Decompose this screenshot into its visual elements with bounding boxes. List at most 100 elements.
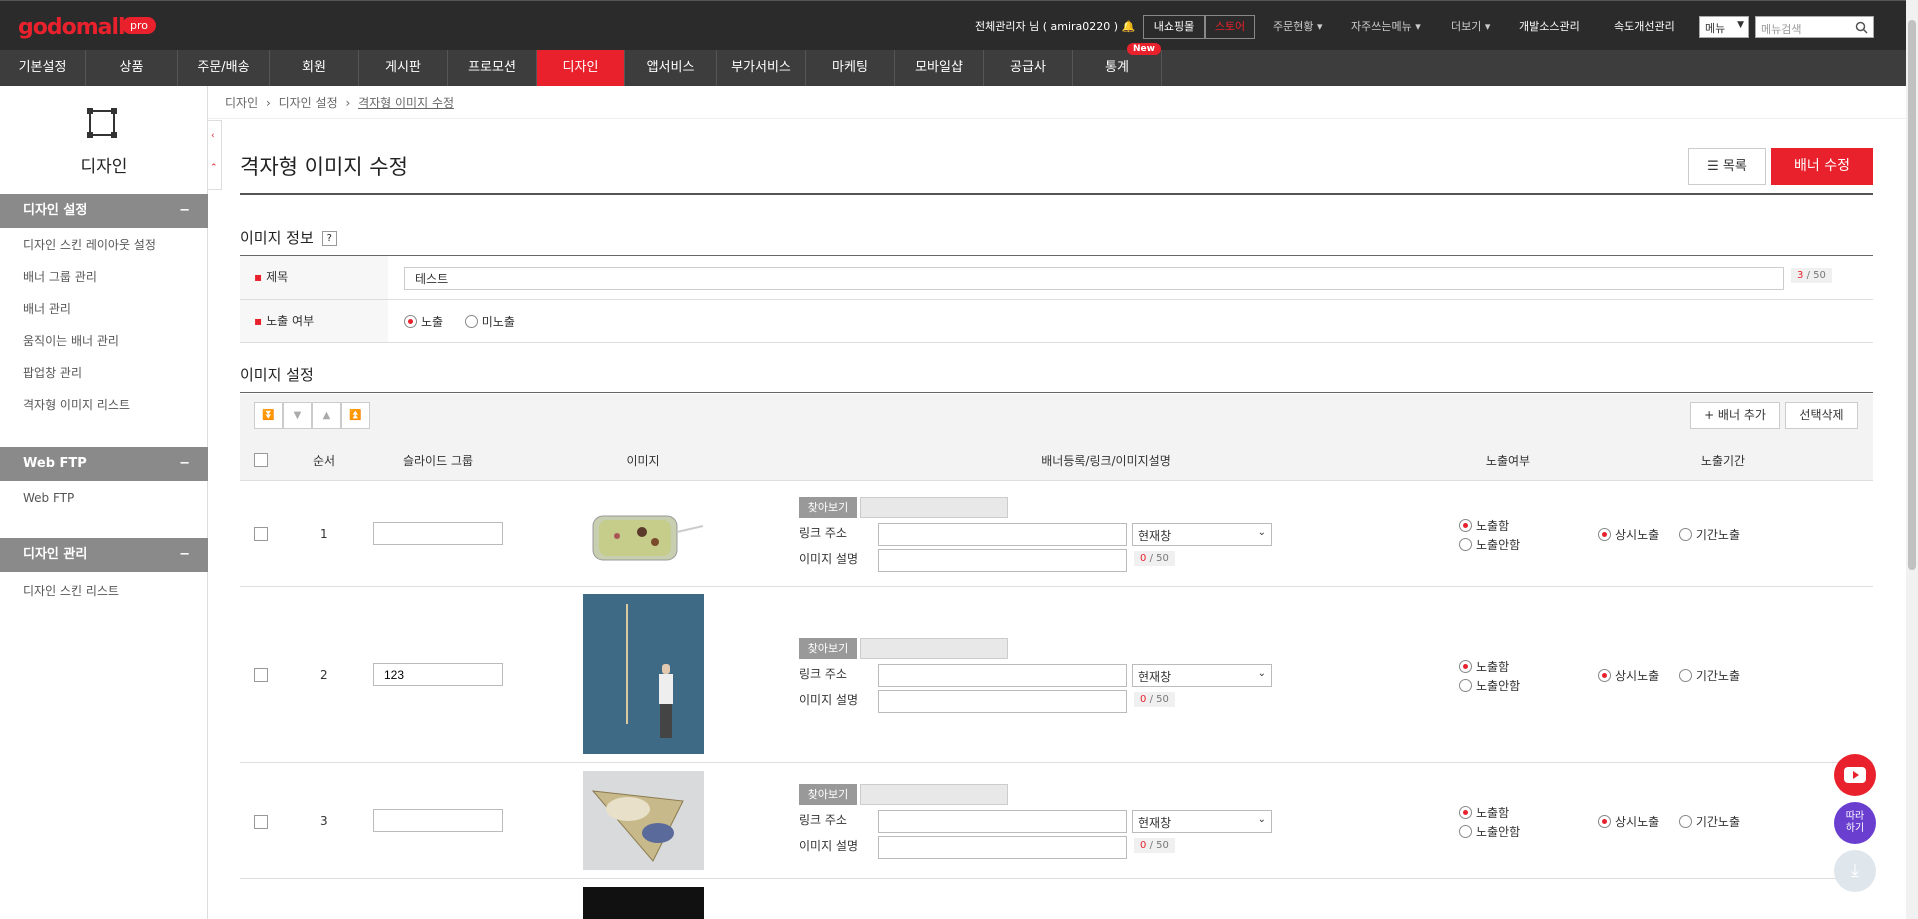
always-radio[interactable] (1598, 669, 1611, 682)
sidebar-section-design-settings[interactable]: 디자인 설정 − (0, 194, 208, 228)
collapse-icon[interactable]: − (179, 538, 190, 572)
favorite-menu-link[interactable]: 자주쓰는메뉴 ▾ (1351, 18, 1421, 34)
add-banner-button[interactable]: + 배너 추가 (1690, 402, 1780, 429)
sidebar-item-moving-banner[interactable]: 움직이는 배너 관리 (23, 332, 119, 349)
store-button[interactable]: 스토어 (1205, 15, 1255, 39)
search-icon[interactable] (1855, 21, 1868, 34)
dev-source-link[interactable]: 개발소스관리 (1519, 18, 1580, 34)
show-radio[interactable] (1459, 806, 1472, 819)
collapse-icon[interactable]: − (179, 447, 190, 481)
link-input[interactable] (878, 810, 1127, 833)
sidebar-section-webftp[interactable]: Web FTP − (0, 447, 208, 481)
target-select[interactable]: 현재창 ⌄ (1132, 523, 1272, 546)
nav-promotion[interactable]: 프로모션 (448, 50, 537, 86)
nav-supplier[interactable]: 공급사 (984, 50, 1073, 86)
nav-appservice[interactable]: 앱서비스 (625, 50, 717, 86)
move-top-icon[interactable]: ⏫ (341, 402, 370, 429)
nav-design[interactable]: 디자인 (537, 50, 625, 86)
sidebar-item-webftp[interactable]: Web FTP (23, 491, 74, 505)
period-radio[interactable] (1678, 815, 1692, 828)
link-input[interactable] (878, 523, 1127, 546)
sidebar-collapse-tab[interactable]: ‹ ⌃ (208, 120, 222, 190)
move-bottom-icon[interactable]: ⏬ (254, 402, 283, 429)
move-up-icon[interactable]: ▲ (312, 402, 341, 429)
bell-icon[interactable]: 🔔 (1122, 20, 1136, 33)
myshop-button[interactable]: 내쇼핑몰 (1143, 15, 1205, 39)
youtube-button[interactable] (1834, 754, 1876, 796)
expose-off-radio[interactable] (464, 315, 478, 328)
order-status-link[interactable]: 주문현황 ▾ (1273, 18, 1323, 34)
help-icon[interactable]: ? (321, 231, 337, 246)
row-checkbox[interactable] (254, 815, 268, 829)
scrollbar-thumb[interactable] (1908, 20, 1916, 570)
sidebar-section-design-manage[interactable]: 디자인 관리 − (0, 538, 208, 572)
slide-group-input[interactable] (373, 663, 503, 686)
ladder-man-image[interactable] (583, 594, 704, 754)
sidebar-item-skin-list[interactable]: 디자인 스킨 리스트 (23, 582, 119, 599)
nav-addon[interactable]: 부가서비스 (717, 50, 806, 86)
logo[interactable]: godomall (18, 15, 126, 40)
delete-selected-button[interactable]: 선택삭제 (1785, 402, 1858, 429)
row-checkbox[interactable] (254, 668, 268, 682)
desc-input[interactable] (878, 836, 1127, 859)
list-button[interactable]: ☰ 목록 (1688, 148, 1766, 185)
nav-order[interactable]: 주문/배송 (178, 50, 270, 86)
hide-radio[interactable] (1459, 679, 1472, 692)
sidebar-item-banner-group[interactable]: 배너 그룹 관리 (23, 268, 97, 285)
double-chevron-up-icon[interactable]: ⌃ (210, 163, 218, 173)
find-file-button[interactable]: 찾아보기 (799, 784, 857, 805)
desc-label: 이미지 설명 (799, 839, 859, 853)
nav-product[interactable]: 상품 (86, 50, 178, 86)
breadcrumb-design-settings[interactable]: 디자인 설정 (279, 96, 338, 110)
nav-basic[interactable]: 기본설정 (0, 50, 86, 86)
chevron-left-icon[interactable]: ‹ (211, 131, 215, 141)
speed-improve-link[interactable]: 속도개선관리 (1614, 18, 1675, 34)
menu-search-input[interactable]: 메뉴검색 (1755, 16, 1874, 38)
scroll-down-icon[interactable]: ⤓ (1834, 850, 1876, 892)
select-all-checkbox[interactable] (254, 453, 268, 467)
collapse-icon[interactable]: − (179, 194, 190, 228)
dish-image[interactable] (587, 502, 707, 572)
scrollbar[interactable] (1906, 0, 1918, 919)
follow-button[interactable]: 따라 하기 (1834, 802, 1876, 844)
sidebar-item-banner[interactable]: 배너 관리 (23, 300, 71, 317)
edit-banner-button[interactable]: 배너 수정 (1771, 148, 1873, 185)
find-file-button[interactable]: 찾아보기 (799, 638, 857, 659)
nav-board[interactable]: 게시판 (359, 50, 448, 86)
nav-member[interactable]: 회원 (270, 50, 359, 86)
sidebar-item-grid-image-list[interactable]: 격자형 이미지 리스트 (23, 396, 130, 413)
nav-marketing[interactable]: 마케팅 (806, 50, 895, 86)
bowls-image[interactable] (583, 771, 704, 870)
sidebar-item-skin-layout[interactable]: 디자인 스킨 레이아웃 설정 (23, 236, 156, 253)
find-file-button[interactable]: 찾아보기 (799, 497, 857, 518)
period-radio[interactable] (1678, 669, 1692, 682)
always-radio[interactable] (1598, 815, 1611, 828)
breadcrumb-design[interactable]: 디자인 (225, 96, 258, 110)
nav-stats[interactable]: 통계 (1073, 50, 1162, 86)
hide-radio[interactable] (1459, 825, 1472, 838)
next-row-image[interactable] (583, 887, 704, 919)
file-name-box (860, 497, 1008, 518)
target-select[interactable]: 현재창 ⌄ (1132, 664, 1272, 687)
row-checkbox[interactable] (254, 527, 268, 541)
nav-mobile[interactable]: 모바일샵 (895, 50, 984, 86)
period-radio[interactable] (1678, 528, 1692, 541)
slide-group-input[interactable] (373, 522, 503, 545)
target-select[interactable]: 현재창 ⌄ (1132, 810, 1272, 833)
expose-on-radio[interactable] (404, 315, 417, 328)
more-link[interactable]: 더보기 ▾ (1451, 18, 1490, 34)
desc-input[interactable] (878, 549, 1127, 572)
show-radio[interactable] (1459, 519, 1472, 532)
move-down-icon[interactable]: ▼ (283, 402, 312, 429)
title-input[interactable] (404, 267, 1784, 290)
always-radio[interactable] (1598, 528, 1611, 541)
sidebar-item-popup[interactable]: 팝업창 관리 (23, 364, 82, 381)
link-input[interactable] (878, 664, 1127, 687)
menu-select[interactable]: 메뉴 ▼ (1699, 16, 1749, 38)
expose-label: ▪ 노출 여부 (240, 300, 388, 342)
desc-input[interactable] (878, 690, 1127, 713)
slide-group-input[interactable] (373, 809, 503, 832)
breadcrumb-current[interactable]: 격자형 이미지 수정 (358, 96, 454, 110)
show-radio[interactable] (1459, 660, 1472, 673)
hide-radio[interactable] (1459, 538, 1472, 551)
